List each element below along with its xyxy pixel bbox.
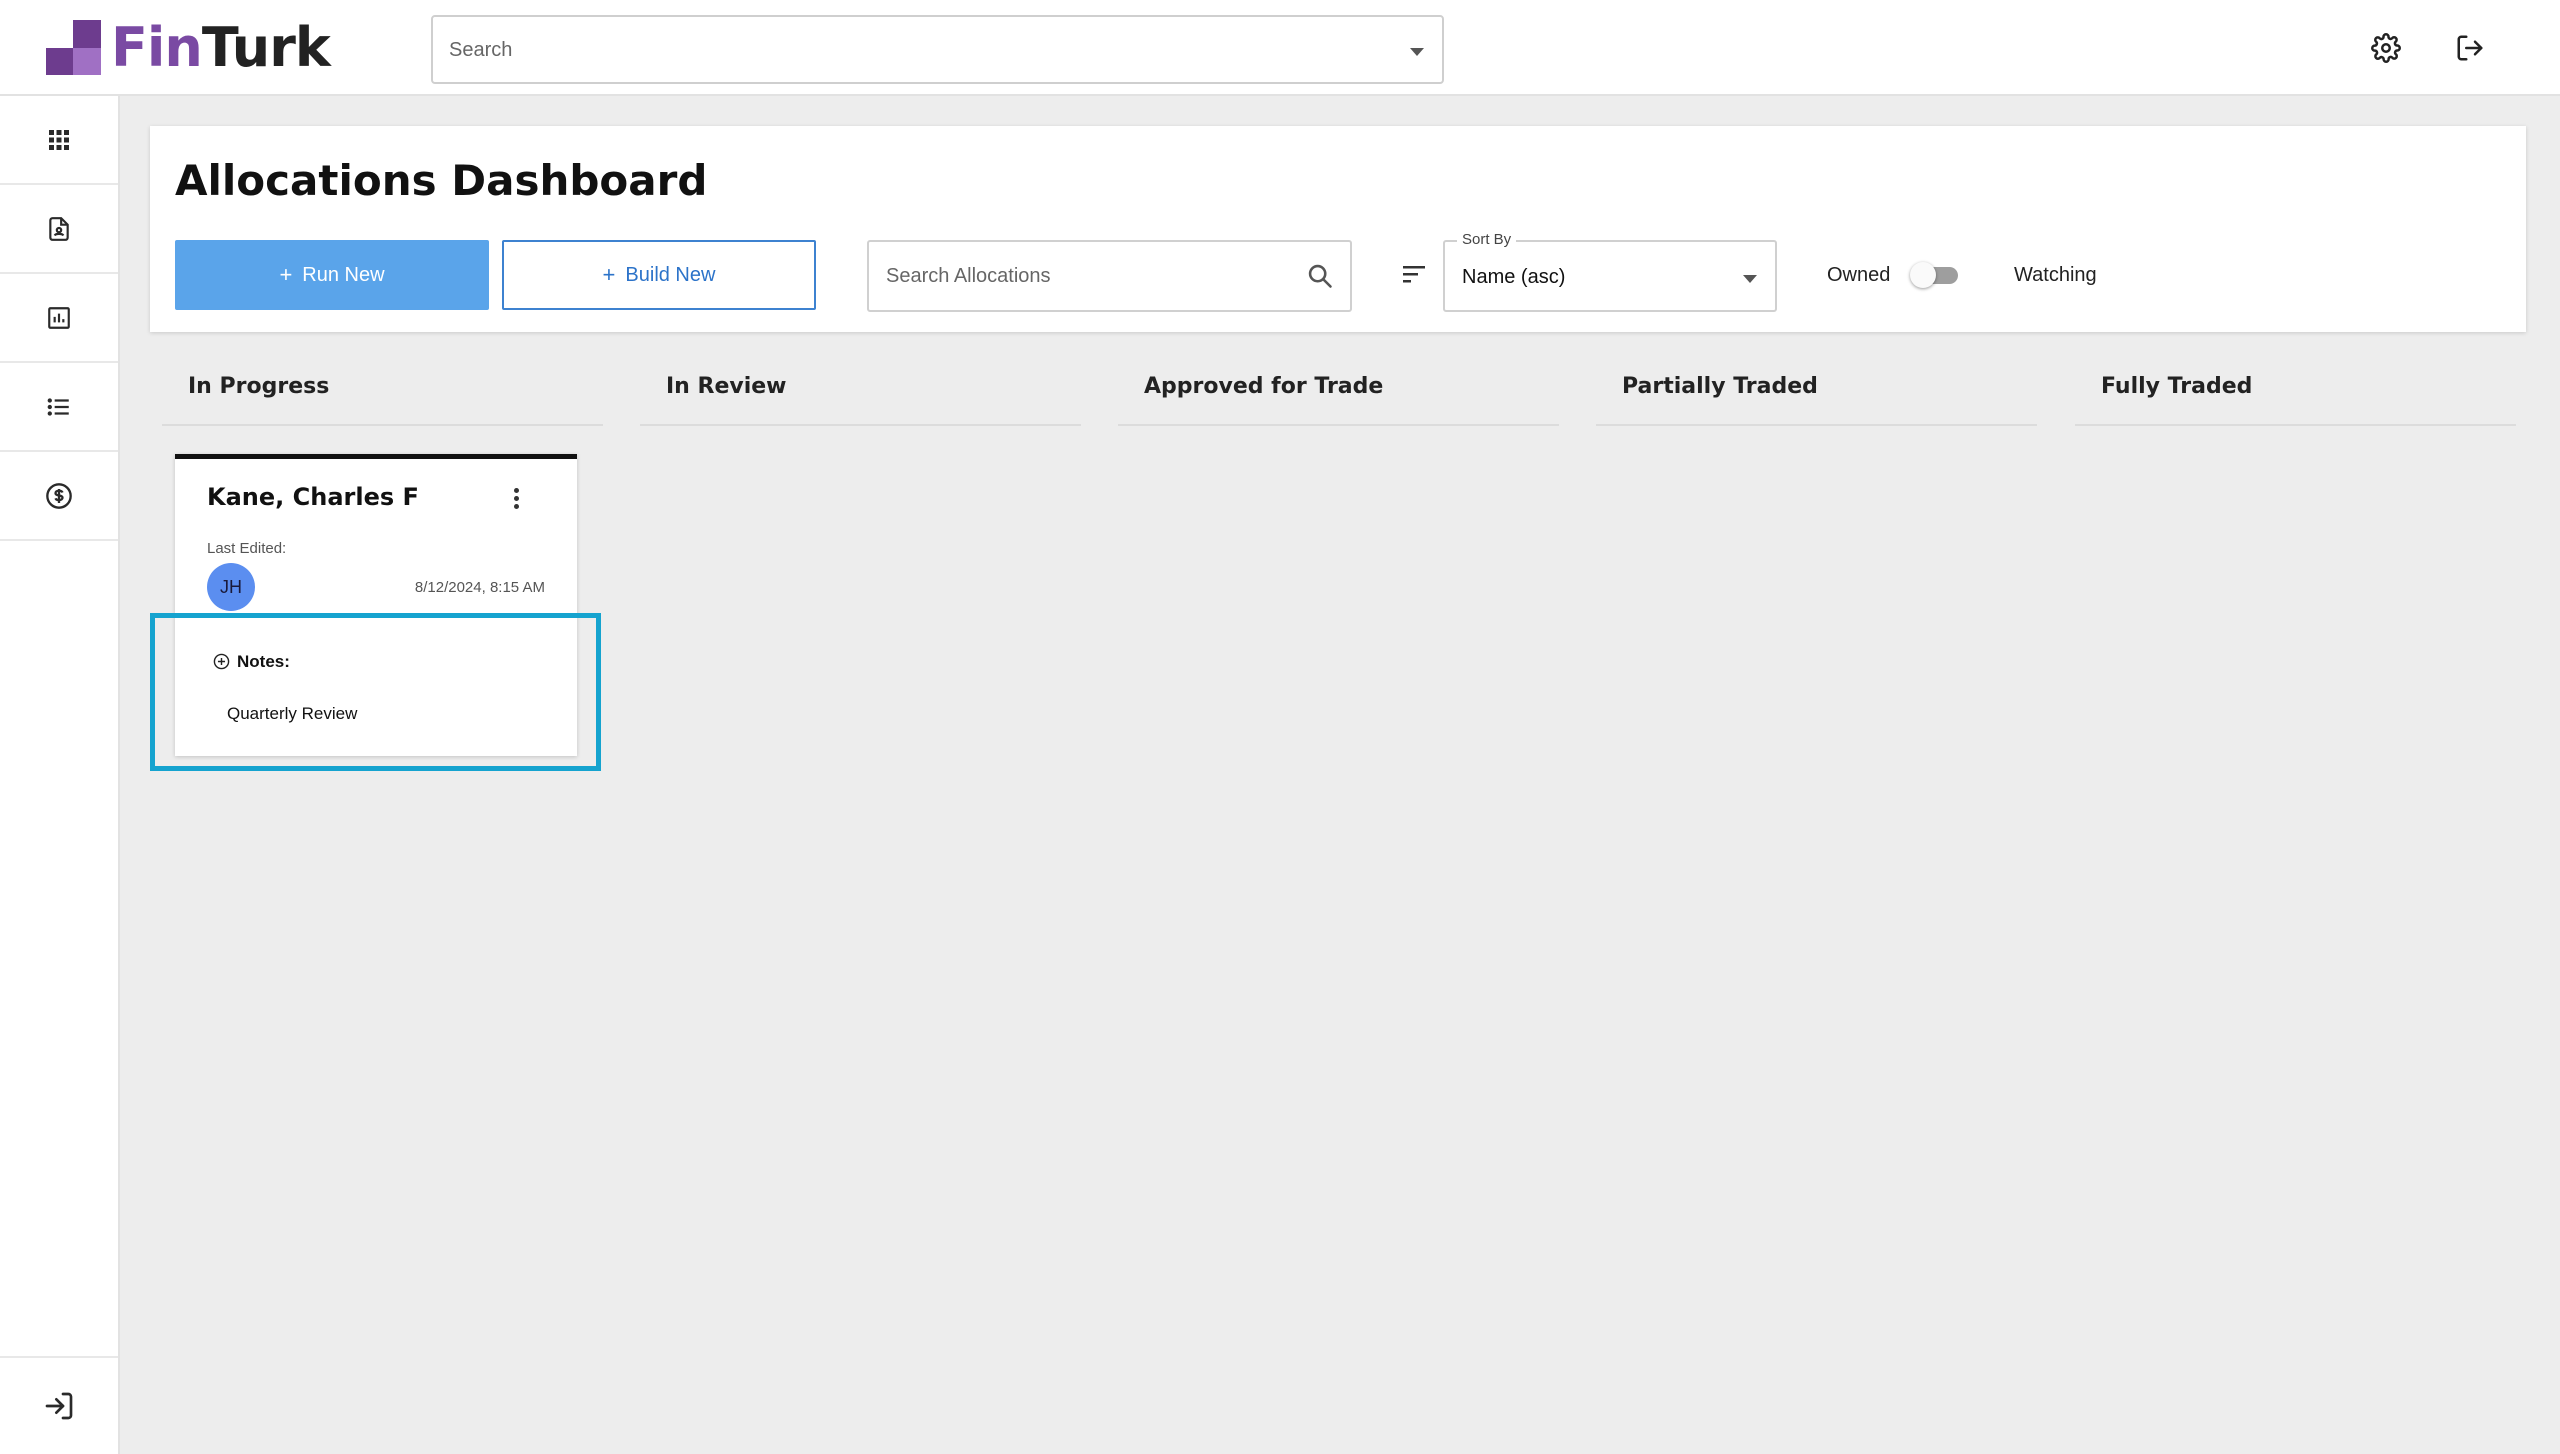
run-new-button[interactable]: + Run New	[175, 240, 489, 310]
gear-icon[interactable]	[2366, 28, 2406, 68]
list-icon	[47, 397, 69, 416]
run-new-label: Run New	[302, 263, 385, 286]
column-header-in-progress: In Progress	[162, 366, 603, 426]
watching-label: Watching	[2014, 264, 2097, 286]
main-content: Allocations Dashboard + Run New + Build …	[120, 96, 2560, 1454]
build-new-label: Build New	[625, 263, 716, 286]
last-edited-label: Last Edited:	[207, 540, 287, 557]
sidebar-item-apps[interactable]	[0, 96, 118, 185]
column-header-fully-traded: Fully Traded	[2075, 366, 2516, 426]
more-vertical-icon[interactable]	[506, 485, 526, 515]
sort-by-label: Sort By	[1457, 231, 1517, 248]
top-bar: FinTurk Search	[0, 0, 2560, 96]
sidebar-item-list[interactable]	[0, 363, 118, 452]
plus-icon: +	[279, 262, 293, 287]
sort-by-value: Name (asc)	[1462, 266, 1566, 288]
sidebar-collapse-button[interactable]	[0, 1356, 118, 1454]
document-icon	[49, 216, 69, 241]
logout-icon[interactable]	[2450, 28, 2490, 68]
notes-highlight-box	[150, 613, 601, 771]
logo-text: FinTurk	[111, 15, 331, 79]
card-client-name: Kane, Charles F	[207, 483, 419, 511]
bar-chart-icon	[48, 306, 70, 329]
owned-watching-toggle[interactable]	[1910, 262, 1958, 288]
avatar: JH	[207, 563, 255, 611]
chevron-down-icon[interactable]	[1743, 275, 1757, 283]
sidebar-item-documents[interactable]	[0, 185, 118, 274]
avatar-initials: JH	[220, 576, 242, 597]
sidebar-item-trading[interactable]	[0, 452, 118, 541]
edited-timestamp: 8/12/2024, 8:15 AM	[414, 579, 545, 596]
search-allocations-placeholder: Search Allocations	[886, 265, 1051, 287]
apps-grid-icon	[49, 129, 69, 150]
global-search-select[interactable]: Search	[431, 15, 1444, 84]
build-new-button[interactable]: + Build New	[502, 240, 816, 310]
plus-icon: +	[602, 262, 616, 287]
column-header-partially-traded: Partially Traded	[1596, 366, 2037, 426]
owned-label: Owned	[1827, 264, 1891, 286]
sort-icon[interactable]	[1402, 264, 1428, 289]
search-allocations-input[interactable]: Search Allocations	[867, 240, 1352, 312]
page-title: Allocations Dashboard	[175, 156, 708, 205]
sidebar-item-reports[interactable]	[0, 274, 118, 363]
search-icon[interactable]	[1306, 262, 1334, 295]
global-search-placeholder: Search	[449, 39, 513, 61]
sidebar	[0, 96, 120, 1454]
collapse-sidebar-icon	[45, 1392, 73, 1420]
chevron-down-icon[interactable]	[1410, 48, 1424, 56]
sort-by-select[interactable]: Sort By Name (asc)	[1443, 231, 1777, 312]
logo-mark-icon	[46, 19, 101, 75]
logo-text-fin: Fin	[111, 15, 203, 79]
logo-text-turk: Turk	[201, 15, 331, 79]
column-header-approved-for-trade: Approved for Trade	[1118, 366, 1559, 426]
fintech-logo[interactable]: FinTurk	[46, 15, 331, 79]
dollar-icon	[46, 482, 72, 509]
dashboard-header-card: Allocations Dashboard + Run New + Build …	[150, 126, 2526, 332]
column-header-in-review: In Review	[640, 366, 1081, 426]
